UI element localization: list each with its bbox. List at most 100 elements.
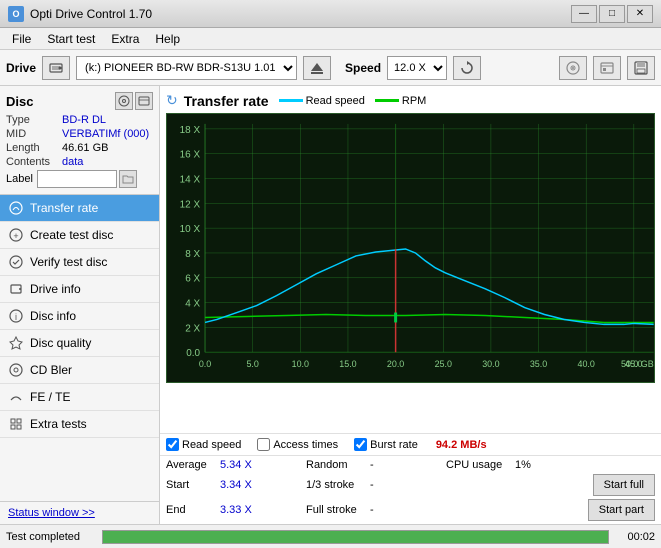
maximize-button[interactable]: □	[599, 5, 625, 23]
svg-text:12 X: 12 X	[180, 199, 201, 210]
nav-cd-bler-label: CD Bler	[30, 363, 72, 377]
legend-rpm-color	[375, 99, 399, 102]
legend-read-speed-label: Read speed	[306, 95, 365, 107]
menu-extra[interactable]: Extra	[103, 30, 147, 48]
status-text: Test completed	[6, 531, 96, 543]
cb-burst-rate[interactable]: Burst rate	[354, 438, 418, 451]
random-label: Random	[306, 459, 366, 471]
menu-start-test[interactable]: Start test	[39, 30, 103, 48]
main-layout: Disc Type BD-R DL MID VERBATIMf (000)	[0, 86, 661, 524]
progress-container	[102, 530, 609, 544]
status-window-btn[interactable]: Status window >>	[0, 501, 159, 524]
start-part-button[interactable]: Start part	[588, 499, 655, 521]
speed-select[interactable]: 12.0 X ↓	[387, 56, 447, 80]
cb-access-times-input[interactable]	[257, 438, 270, 451]
svg-text:18 X: 18 X	[180, 125, 201, 136]
drive-icon-btn[interactable]	[42, 56, 70, 80]
disc-quality-icon	[8, 335, 24, 351]
nav-verify-test-disc[interactable]: Verify test disc	[0, 249, 159, 276]
stat-random: Random -	[306, 459, 446, 471]
disc-label-text: Label	[6, 173, 33, 185]
disc-type-label: Type	[6, 114, 62, 126]
nav-fe-te[interactable]: FE / TE	[0, 384, 159, 411]
nav-drive-info[interactable]: Drive info	[0, 276, 159, 303]
nav-cd-bler[interactable]: CD Bler	[0, 357, 159, 384]
disc-title: Disc	[6, 94, 33, 109]
create-test-disc-icon: +	[8, 227, 24, 243]
disc-mid-label: MID	[6, 128, 62, 140]
nav-disc-quality[interactable]: Disc quality	[0, 330, 159, 357]
nav-disc-info[interactable]: i Disc info	[0, 303, 159, 330]
close-button[interactable]: ✕	[627, 5, 653, 23]
full-stroke-label: Full stroke	[306, 504, 366, 516]
chart-title: Transfer rate	[184, 93, 269, 109]
cb-read-speed-input[interactable]	[166, 438, 179, 451]
disc-btn2[interactable]	[135, 92, 153, 110]
refresh-speed-btn[interactable]	[453, 56, 481, 80]
svg-text:0.0: 0.0	[186, 348, 200, 359]
nav-extra-tests[interactable]: Extra tests	[0, 411, 159, 438]
start-part-btn-container: Start part	[446, 499, 655, 521]
title-bar: O Opti Drive Control 1.70 — □ ✕	[0, 0, 661, 28]
start-label: Start	[166, 479, 216, 491]
stroke13-value: -	[370, 479, 374, 491]
drive-select[interactable]: (k:) PIONEER BD-RW BDR-S13U 1.01	[76, 56, 297, 80]
nav-create-test-disc[interactable]: + Create test disc	[0, 222, 159, 249]
title-bar-controls: — □ ✕	[571, 5, 653, 23]
svg-text:16 X: 16 X	[180, 150, 201, 161]
disc-label-input[interactable]	[37, 170, 117, 188]
nav-disc-info-label: Disc info	[30, 309, 76, 323]
cd-bler-icon	[8, 362, 24, 378]
disc-mid-row: MID VERBATIMf (000)	[6, 128, 153, 140]
menu-help[interactable]: Help	[147, 30, 188, 48]
label-folder-btn[interactable]	[119, 170, 137, 188]
minimize-button[interactable]: —	[571, 5, 597, 23]
disc-btn1[interactable]	[115, 92, 133, 110]
nav-disc-quality-label: Disc quality	[30, 336, 91, 350]
stat-full-stroke: Full stroke -	[306, 504, 446, 516]
svg-text:5.0: 5.0	[246, 359, 258, 369]
chart-panel: ↻ Transfer rate Read speed RPM	[160, 86, 661, 433]
stat-cpu: CPU usage 1%	[446, 459, 655, 471]
svg-text:0.0: 0.0	[199, 359, 211, 369]
cb-read-speed[interactable]: Read speed	[166, 438, 241, 451]
cb-access-times[interactable]: Access times	[257, 438, 338, 451]
burst-rate-value: 94.2 MB/s	[436, 439, 487, 451]
menu-file[interactable]: File	[4, 30, 39, 48]
eject-button[interactable]	[303, 56, 331, 80]
save-icon-btn[interactable]	[627, 56, 655, 80]
disc-length-row: Length 46.61 GB	[6, 142, 153, 154]
stat-start: Start 3.34 X	[166, 479, 306, 491]
stats-row2: Start 3.34 X 1/3 stroke - Start full	[166, 474, 655, 496]
cb-burst-rate-input[interactable]	[354, 438, 367, 451]
settings-icon-btn[interactable]	[593, 56, 621, 80]
legend-read-speed: Read speed	[279, 95, 365, 107]
svg-text:20.0: 20.0	[387, 359, 404, 369]
transfer-rate-icon	[8, 200, 24, 216]
nav-verify-test-disc-label: Verify test disc	[30, 255, 107, 269]
drive-label: Drive	[6, 61, 36, 75]
disc-icon-btn[interactable]	[559, 56, 587, 80]
random-value: -	[370, 459, 400, 471]
chart-container: 18 X 16 X 14 X 12 X 10 X 8 X 6 X 4 X 2 X…	[166, 113, 655, 383]
nav-transfer-rate[interactable]: Transfer rate	[0, 195, 159, 222]
cpu-value: 1%	[515, 459, 531, 471]
disc-type-value: BD-R DL	[62, 114, 153, 126]
progress-bar	[103, 531, 608, 543]
title-bar-left: O Opti Drive Control 1.70	[8, 6, 152, 22]
average-value: 5.34 X	[220, 459, 260, 471]
svg-text:8 X: 8 X	[185, 249, 200, 260]
svg-text:i: i	[15, 312, 17, 322]
start-full-button[interactable]: Start full	[593, 474, 655, 496]
disc-header: Disc	[6, 92, 153, 110]
chart-title-icon: ↻	[166, 92, 178, 109]
app-icon: O	[8, 6, 24, 22]
svg-text:30.0: 30.0	[482, 359, 499, 369]
fe-te-icon	[8, 389, 24, 405]
cpu-label: CPU usage	[446, 459, 511, 471]
end-value: 3.33 X	[220, 504, 260, 516]
svg-text:10 X: 10 X	[180, 224, 201, 235]
disc-length-label: Length	[6, 142, 62, 154]
cb-access-times-label: Access times	[273, 439, 338, 451]
svg-text:50.0 GB: 50.0 GB	[621, 359, 654, 369]
